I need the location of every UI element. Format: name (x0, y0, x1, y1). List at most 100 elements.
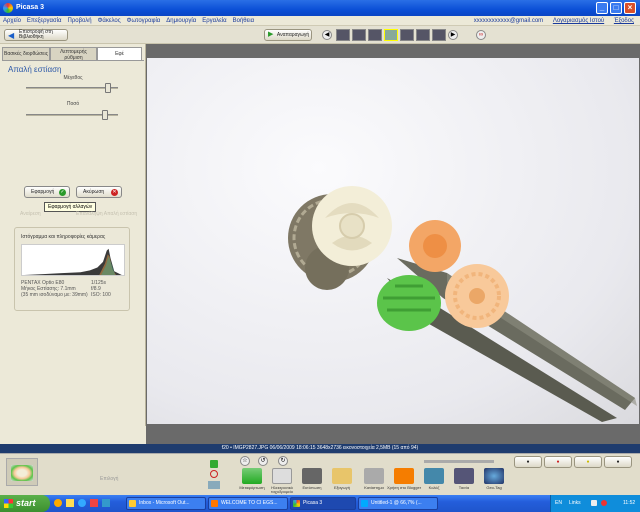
next-photo-button[interactable]: ▶ (448, 30, 458, 40)
effect-title: Απαλή εστίαση (8, 65, 62, 74)
signout-link[interactable]: Έξοδος (614, 18, 634, 24)
size-slider[interactable] (26, 83, 118, 93)
account-email: xxxxxxxxxxxx@gmail.com (473, 18, 544, 24)
amount-slider[interactable] (26, 110, 118, 120)
filmstrip-thumb[interactable] (432, 29, 446, 41)
filmstrip-thumb[interactable] (352, 29, 366, 41)
zoom-slider[interactable] (424, 460, 494, 463)
clear-tray-icon[interactable] (210, 470, 218, 478)
taskbar-item-label: Inbox - Microsoft Out... (139, 500, 190, 506)
web-albums-link[interactable]: Λογαριασμός Ιστού (553, 18, 604, 24)
apply-button[interactable]: Εφαρμογή ✓ (24, 186, 70, 198)
rotate-right-icon[interactable]: ↻ (278, 456, 288, 466)
export-folder-icon[interactable] (332, 468, 352, 484)
photo-canvas[interactable] (147, 58, 639, 424)
start-label: start (16, 498, 36, 508)
picasa-app-icon (3, 3, 13, 13)
cancel-button[interactable]: Ακύρωση ✕ (76, 186, 122, 198)
menu-file[interactable]: Αρχείο (0, 16, 24, 26)
hair-pin-photo (288, 186, 637, 422)
photo-tray: Επιλογή ☆ ↺ ↻ Μεταφόρτωση Ηλεκτρονικό τα… (0, 453, 640, 495)
add-to-album-icon[interactable] (208, 481, 220, 489)
quicklaunch-firefox-icon[interactable] (54, 499, 62, 507)
taskbar-item-label: Untitled-1 @ 66,7% (... (371, 500, 422, 506)
hold-pin-icon[interactable] (210, 460, 218, 468)
menu-picture[interactable]: Φωτογραφία (124, 16, 164, 26)
edit-tabs: Βασικές διορθώσεις Λεπτομερής ρύθμιση Εφ… (2, 47, 142, 61)
size-slider-handle[interactable] (105, 83, 111, 93)
tray-thumbnail[interactable] (6, 458, 38, 486)
geotag-label[interactable]: Geo-Tag (476, 486, 512, 490)
tray-network-icon[interactable] (591, 500, 597, 506)
blogger-icon[interactable] (394, 468, 414, 484)
menu-edit[interactable]: Επεξεργασία (24, 16, 65, 26)
quicklaunch-folder-icon[interactable] (66, 499, 74, 507)
photo-view (146, 44, 640, 444)
shop-icon[interactable] (364, 468, 384, 484)
menu-folder[interactable]: Φάκελος (95, 16, 124, 26)
upload-icon[interactable] (242, 468, 262, 484)
apply-label: Εφαρμογή (31, 189, 55, 195)
menu-view[interactable]: Προβολή (65, 16, 95, 26)
filmstrip-thumb[interactable] (336, 29, 350, 41)
play-icon: ▶ (268, 31, 274, 38)
minimize-button[interactable]: _ (596, 2, 608, 14)
places-button[interactable]: ● (544, 456, 572, 468)
tab-tuning[interactable]: Λεπτομερής ρύθμιση (50, 47, 97, 61)
back-to-library-label: Επιστροφή στη Βιβλιοθήκη (19, 29, 53, 40)
previous-photo-button[interactable]: ◀ (322, 30, 332, 40)
info-button[interactable]: ● (604, 456, 632, 468)
collage-icon[interactable] (424, 468, 444, 484)
taskbar-item-photoshop[interactable]: Untitled-1 @ 66,7% (... (358, 497, 438, 510)
firefox-icon (211, 500, 218, 507)
filmstrip-thumb-selected[interactable] (384, 29, 398, 41)
taskbar-item-picasa[interactable]: Picasa 3 (290, 497, 356, 510)
menu-create[interactable]: Δημιουργία (163, 16, 199, 26)
undo-label[interactable]: Αναίρεση (20, 211, 41, 217)
tray-app-icon[interactable] (601, 500, 607, 506)
amount-slider-handle[interactable] (102, 110, 108, 120)
taskbar-item-label: Picasa 3 (303, 500, 323, 506)
filmstrip-thumb[interactable] (368, 29, 382, 41)
start-button[interactable]: start (0, 495, 50, 512)
amount-label: Ποσό (66, 101, 80, 107)
daisy-center (469, 288, 485, 304)
people-button[interactable]: ● (514, 456, 542, 468)
taskbar-item-firefox[interactable]: WELCOME TO CI EGS... (208, 497, 288, 510)
rotate-left-icon[interactable]: ↺ (258, 456, 268, 466)
geotag-icon[interactable] (484, 468, 504, 484)
language-indicator[interactable]: EN (555, 500, 562, 506)
email-icon[interactable] (272, 468, 292, 484)
size-label: Μέγεθος (63, 75, 83, 81)
close-button[interactable]: × (624, 2, 636, 14)
quicklaunch-ie-icon[interactable] (78, 499, 86, 507)
menu-tools[interactable]: Εργαλεία (199, 16, 229, 26)
links-toolbar[interactable]: Links (569, 500, 581, 506)
back-to-library-button[interactable]: ◀ Επιστροφή στη Βιβλιοθήκη (4, 29, 68, 41)
cancel-x-icon: ✕ (111, 189, 118, 196)
redo-label[interactable]: Επανάληψη Απαλή εστίαση (76, 211, 137, 217)
quicklaunch-app-icon[interactable] (102, 499, 110, 507)
taskbar-item-outlook[interactable]: Inbox - Microsoft Out... (126, 497, 206, 510)
filmstrip-thumb[interactable] (416, 29, 430, 41)
iso: ISO: 100 (91, 292, 111, 298)
tab-effects[interactable]: Εφέ (97, 47, 142, 60)
star-icon[interactable]: ☆ (240, 456, 250, 466)
link-icon[interactable]: ∞ (476, 30, 486, 40)
movie-icon[interactable] (454, 468, 474, 484)
tab-basic-fixes[interactable]: Βασικές διορθώσεις (2, 47, 50, 60)
maximize-button[interactable]: □ (610, 2, 622, 14)
export-label[interactable]: Εξαγωγή (324, 486, 360, 490)
hair-pin-prong (397, 258, 635, 410)
print-icon[interactable] (302, 468, 322, 484)
play-slideshow-button[interactable]: ▶ Αναπαραγωγή (264, 29, 312, 41)
quicklaunch-app-icon[interactable] (90, 499, 98, 507)
tags-button[interactable]: ● (574, 456, 602, 468)
tray-photo-icon (11, 465, 33, 481)
photo-status-bar: f20 • IMGP2827.JPG 06/06/2009 18:06:15 3… (0, 444, 640, 453)
filmstrip-thumb[interactable] (400, 29, 414, 41)
effect-settings: Απαλή εστίαση Μέγεθος Ποσό Εφαρμογή ✓ Ακ… (2, 60, 144, 426)
title-bar: Picasa 3 _ □ × (0, 0, 640, 16)
orange-flower-center (423, 234, 447, 258)
menu-help[interactable]: Βοήθεια (230, 16, 258, 26)
